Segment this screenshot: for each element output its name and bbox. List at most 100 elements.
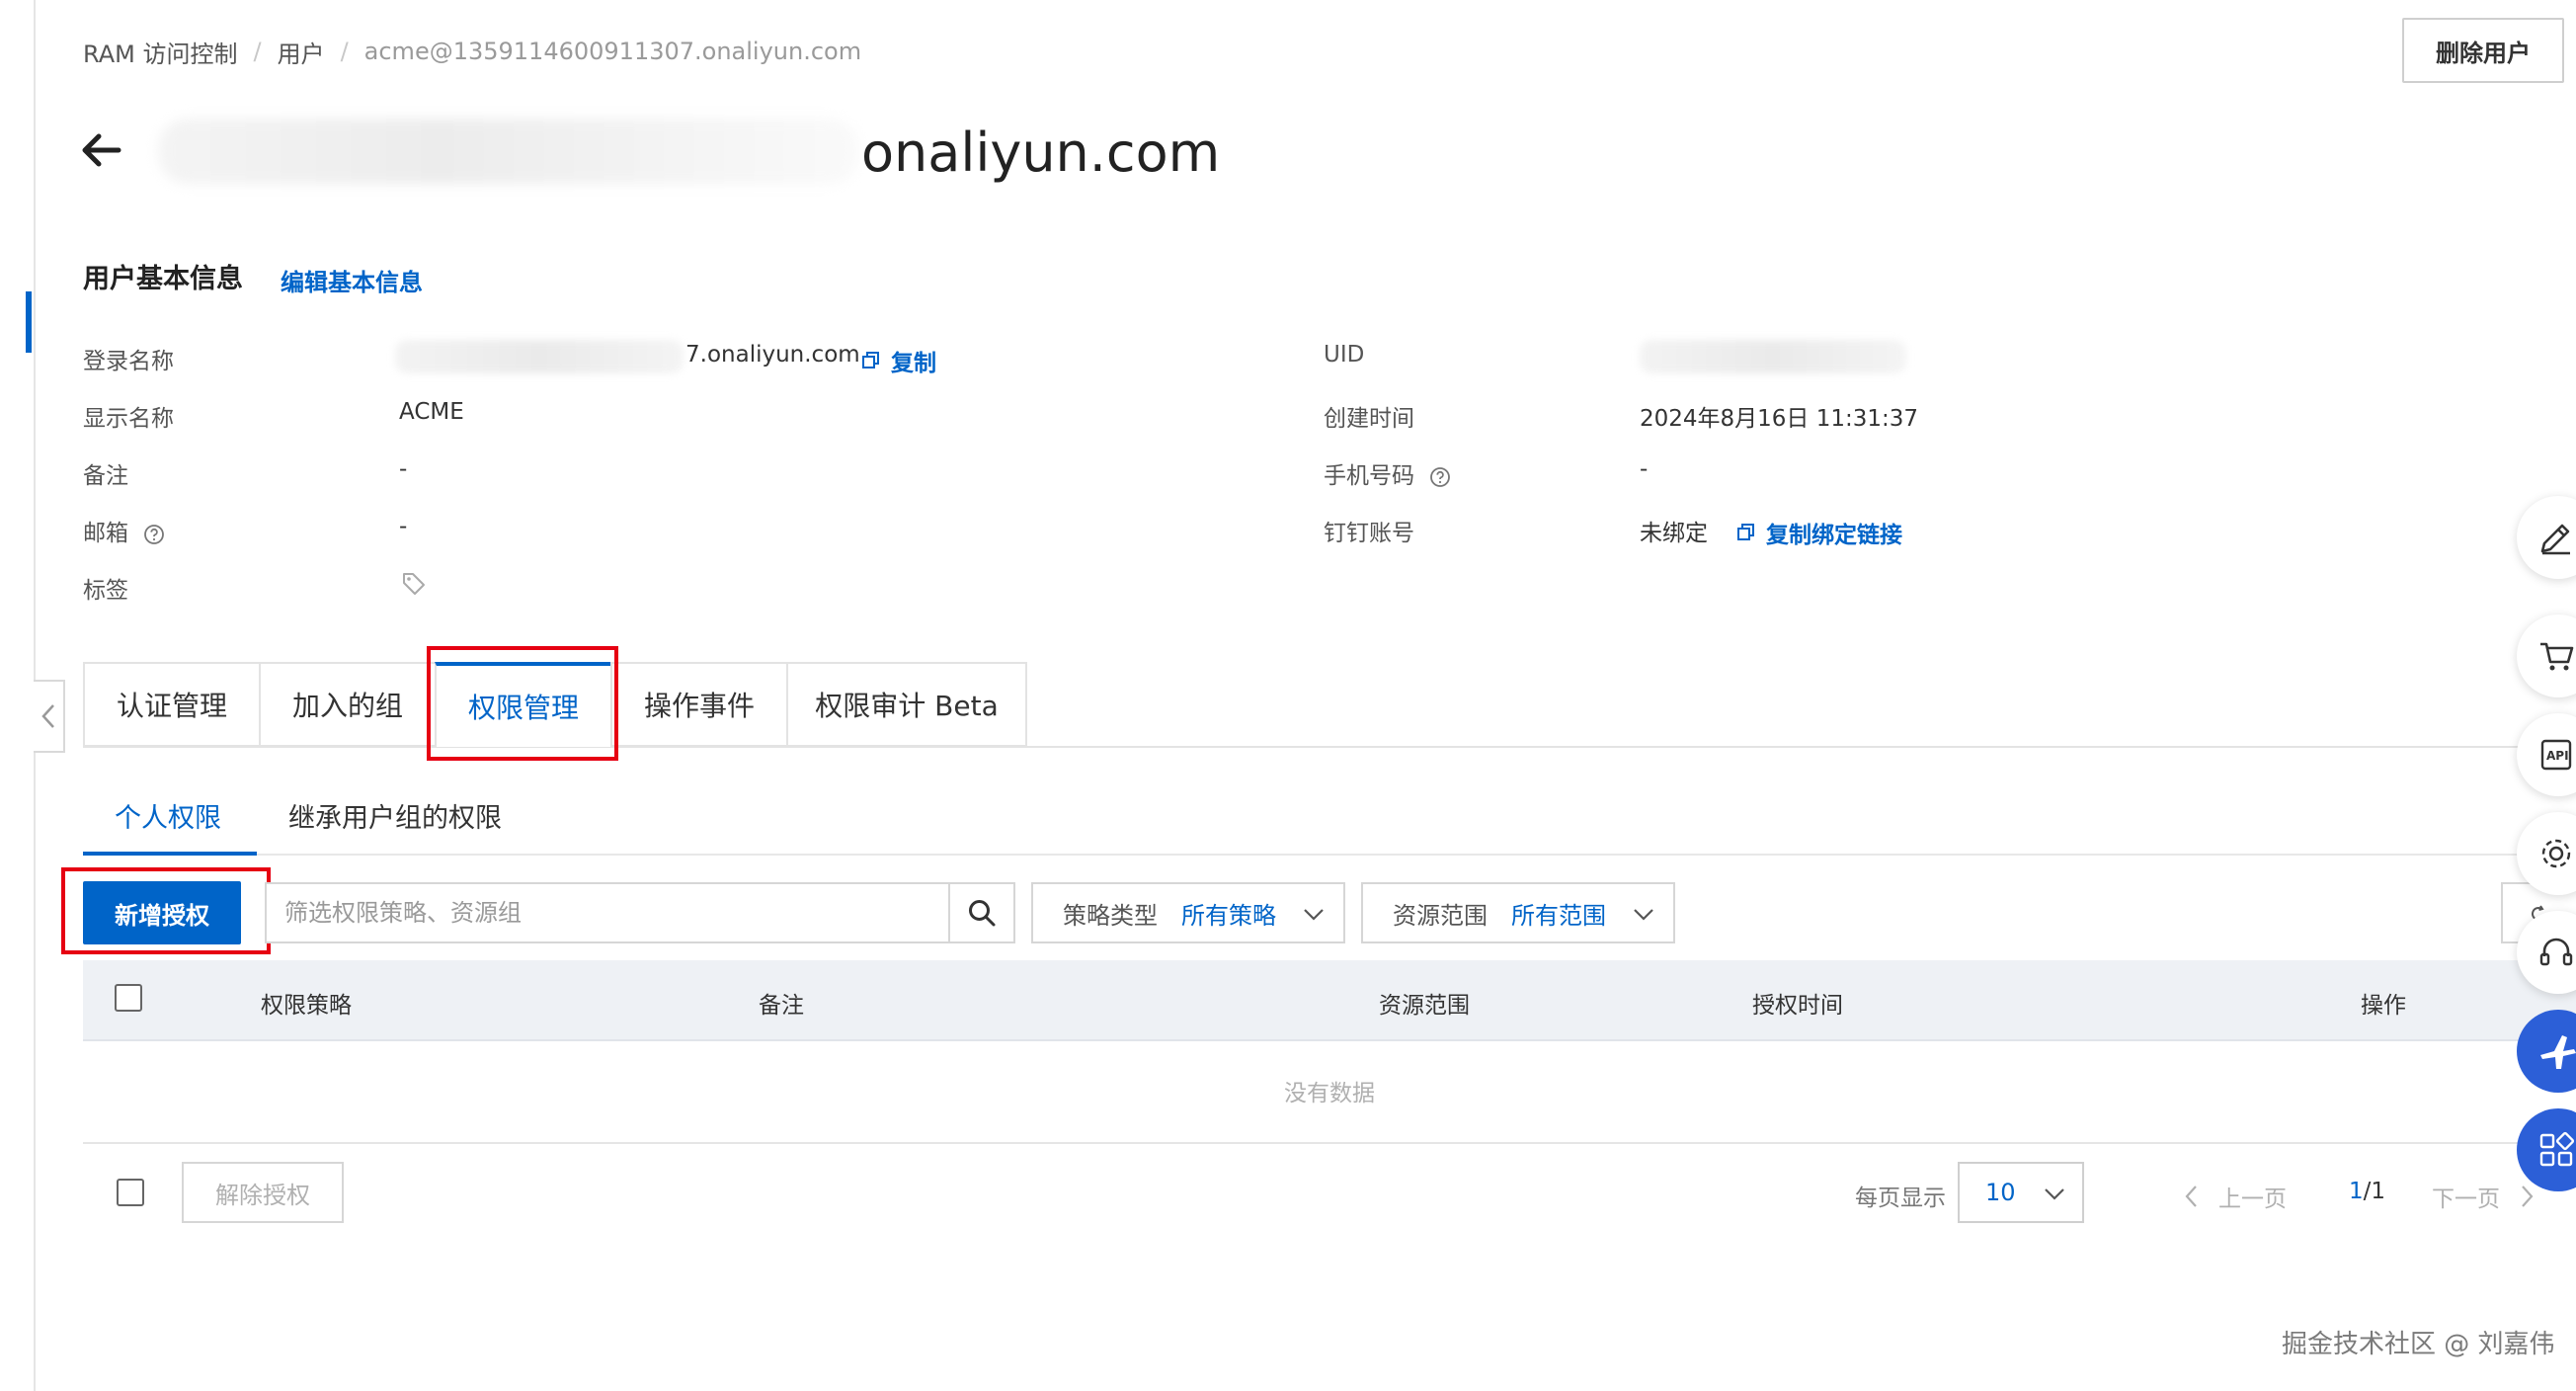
settings-icon — [2541, 839, 2571, 868]
column-header-grant-time: 授权时间 — [1752, 993, 1843, 1019]
float-api-button[interactable]: API — [2517, 713, 2576, 796]
basic-info-title: 用户基本信息 — [83, 264, 243, 294]
page-size-label: 每页显示 — [1855, 1186, 1946, 1211]
column-header-resource-scope: 资源范围 — [1379, 993, 1470, 1019]
sidebar-expand-button[interactable] — [34, 680, 65, 753]
edit-tags-button[interactable] — [401, 571, 427, 597]
dingtalk-value: 未绑定 — [1640, 521, 1708, 546]
tab-permission-audit[interactable]: 权限审计 Beta — [786, 662, 1027, 747]
tab-joined-groups[interactable]: 加入的组 — [259, 662, 435, 747]
subtab-active-underline — [83, 852, 257, 856]
display-name-label: 显示名称 — [83, 406, 174, 432]
login-name-label: 登录名称 — [83, 349, 174, 374]
nav-active-marker — [26, 291, 32, 353]
column-header-actions: 操作 — [2361, 993, 2406, 1019]
float-edit-button[interactable] — [2517, 496, 2576, 579]
edit-basic-info-link[interactable]: 编辑基本信息 — [281, 263, 423, 297]
policy-type-select[interactable]: 策略类型 所有策略 — [1031, 882, 1345, 943]
copy-login-name-button[interactable]: 复制 — [861, 344, 936, 377]
phone-label-text: 手机号码 — [1324, 463, 1414, 489]
cart-icon — [2540, 642, 2574, 671]
remark-label: 备注 — [83, 463, 128, 489]
copy-bind-link-button[interactable]: 复制绑定链接 — [1736, 516, 1902, 549]
page-size-select[interactable]: 10 — [1958, 1162, 2084, 1223]
chevron-down-icon — [1304, 909, 1324, 921]
breadcrumb-separator: / — [253, 38, 262, 65]
select-all-checkbox[interactable] — [115, 984, 142, 1012]
chevron-left-icon — [41, 704, 54, 728]
plane-icon — [2540, 1035, 2576, 1069]
tab-operation-events[interactable]: 操作事件 — [610, 662, 786, 747]
page-title: onaliyun.com — [861, 122, 1221, 184]
phone-label: 手机号码 — [1324, 456, 1451, 490]
tags-label: 标签 — [83, 578, 128, 604]
api-icon: API — [2540, 739, 2572, 771]
created-time-value: 2024年8月16日 11:31:37 — [1640, 406, 1919, 432]
redacted-uid — [1640, 340, 1906, 373]
email-value: - — [399, 514, 408, 539]
apps-icon — [2539, 1131, 2575, 1167]
footer-select-all-checkbox[interactable] — [117, 1179, 144, 1206]
help-icon[interactable] — [143, 524, 165, 545]
chevron-right-icon — [2522, 1186, 2534, 1207]
phone-value: - — [1640, 456, 1649, 482]
float-cart-button[interactable] — [2517, 614, 2576, 697]
table-empty-state: 没有数据 — [83, 1039, 2576, 1144]
policy-type-value: 所有策略 — [1181, 901, 1276, 930]
svg-text:API: API — [2546, 749, 2569, 763]
email-label-text: 邮箱 — [83, 521, 128, 546]
breadcrumb-separator: / — [340, 38, 349, 65]
arrow-left-icon — [82, 133, 121, 167]
prev-page-button[interactable]: 上一页 — [2183, 1180, 2287, 1213]
resource-scope-label: 资源范围 — [1393, 901, 1488, 930]
remark-value: - — [399, 456, 408, 482]
uid-label: UID — [1324, 342, 1365, 368]
breadcrumb-current-user: acme@1359114600911307.onaliyun.com — [363, 38, 862, 65]
resource-scope-value: 所有范围 — [1511, 901, 1606, 930]
column-header-remark: 备注 — [759, 993, 804, 1019]
highlight-box-permission-tab — [427, 646, 618, 761]
edit-icon — [2540, 524, 2570, 555]
subtab-personal-permissions[interactable]: 个人权限 — [115, 796, 221, 835]
search-icon — [969, 900, 996, 927]
created-time-label: 创建时间 — [1324, 406, 1414, 432]
subtab-inherited-permissions[interactable]: 继承用户组的权限 — [288, 796, 502, 835]
redacted-title — [158, 119, 859, 184]
chevron-down-icon — [1634, 909, 1653, 921]
column-header-policy: 权限策略 — [261, 993, 352, 1019]
prev-page-label: 上一页 — [2218, 1186, 2287, 1212]
next-page-label: 下一页 — [2432, 1186, 2500, 1212]
page-indicator: 1/1 — [2349, 1179, 2385, 1204]
watermark: 掘金技术社区 @ 刘嘉伟 — [2282, 1330, 2555, 1359]
display-name-value: ACME — [399, 399, 464, 425]
breadcrumb-ram[interactable]: RAM 访问控制 — [83, 35, 237, 69]
table-header: 权限策略 备注 资源范围 授权时间 操作 — [83, 960, 2576, 1041]
search-button[interactable] — [948, 884, 1013, 941]
policy-type-label: 策略类型 — [1063, 901, 1158, 930]
breadcrumb-users[interactable]: 用户 — [278, 35, 325, 69]
tab-auth-management[interactable]: 认证管理 — [83, 662, 259, 747]
dingtalk-label: 钉钉账号 — [1324, 521, 1414, 546]
email-label: 邮箱 — [83, 514, 165, 547]
copy-icon — [1737, 524, 1754, 540]
current-page: 1 — [2349, 1179, 2364, 1204]
chevron-left-icon — [2185, 1186, 2197, 1207]
revoke-grant-button[interactable]: 解除授权 — [182, 1162, 344, 1223]
next-page-button[interactable]: 下一页 — [2432, 1180, 2536, 1213]
headset-icon — [2539, 938, 2573, 966]
redacted-login-name — [395, 340, 684, 373]
help-icon[interactable] — [1429, 466, 1451, 488]
tag-icon — [403, 573, 425, 595]
copy-bind-link-label: 复制绑定链接 — [1766, 523, 1902, 548]
total-pages: /1 — [2363, 1179, 2386, 1204]
login-name-value: 7.onaliyun.com — [685, 342, 860, 368]
copy-icon — [862, 352, 879, 368]
delete-user-button[interactable]: 删除用户 — [2402, 18, 2564, 83]
chevron-down-icon — [2045, 1188, 2064, 1200]
policy-search-input[interactable] — [267, 884, 952, 941]
subtabs-divider — [83, 854, 2576, 856]
back-button[interactable] — [79, 128, 122, 172]
page-size-value: 10 — [1985, 1179, 2016, 1206]
resource-scope-select[interactable]: 资源范围 所有范围 — [1361, 882, 1675, 943]
copy-link-label: 复制 — [891, 351, 936, 376]
